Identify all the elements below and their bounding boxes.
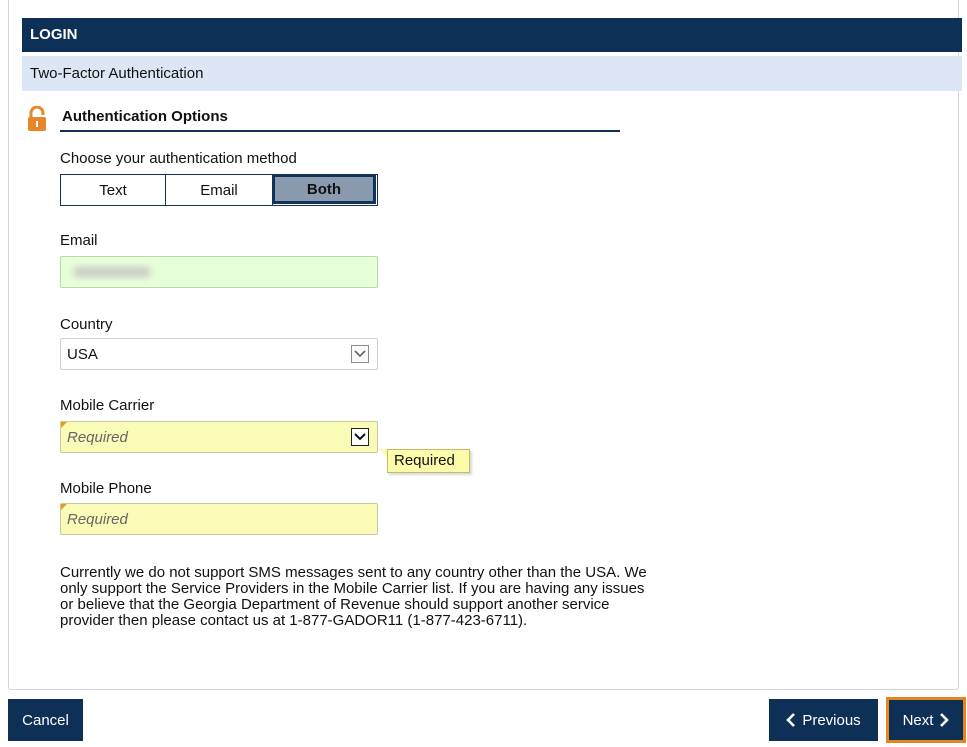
email-field[interactable] [60, 256, 378, 288]
chevron-down-icon[interactable] [351, 428, 369, 446]
page-subheader: Two-Factor Authentication [22, 56, 962, 91]
cancel-button[interactable]: Cancel [8, 699, 83, 741]
previous-button[interactable]: Previous [769, 699, 878, 741]
section-divider [60, 130, 620, 132]
chevron-right-icon [940, 713, 950, 727]
country-value: USA [67, 345, 98, 363]
required-flag-icon [61, 504, 67, 510]
previous-label: Previous [802, 711, 861, 729]
country-label: Country [60, 316, 113, 333]
auth-method-label: Choose your authentication method [60, 150, 297, 167]
required-tooltip: Required [387, 449, 470, 473]
auth-option-email[interactable]: Email [166, 175, 273, 205]
carrier-label: Mobile Carrier [60, 397, 155, 414]
carrier-placeholder: Required [67, 428, 128, 446]
lock-icon [28, 106, 46, 131]
auth-method-toggle: Text Email Both [60, 174, 378, 206]
phone-placeholder: Required [67, 510, 128, 528]
email-label: Email [60, 232, 98, 249]
auth-option-text[interactable]: Text [61, 175, 166, 205]
redacted-email-value [73, 266, 151, 278]
next-button[interactable]: Next [886, 697, 966, 743]
carrier-select[interactable]: Required [60, 421, 378, 453]
auth-option-both[interactable]: Both [272, 174, 376, 204]
chevron-down-icon[interactable] [351, 345, 369, 363]
mobile-phone-field[interactable]: Required [60, 503, 378, 535]
page-header: LOGIN [22, 18, 962, 52]
sms-info-text: Currently we do not support SMS messages… [60, 564, 647, 629]
section-title: Authentication Options [62, 108, 228, 125]
country-select[interactable]: USA [60, 338, 378, 370]
cancel-label: Cancel [22, 711, 69, 729]
chevron-left-icon [786, 713, 796, 727]
phone-label: Mobile Phone [60, 480, 152, 497]
required-flag-icon [61, 422, 67, 428]
next-label: Next [902, 711, 934, 729]
